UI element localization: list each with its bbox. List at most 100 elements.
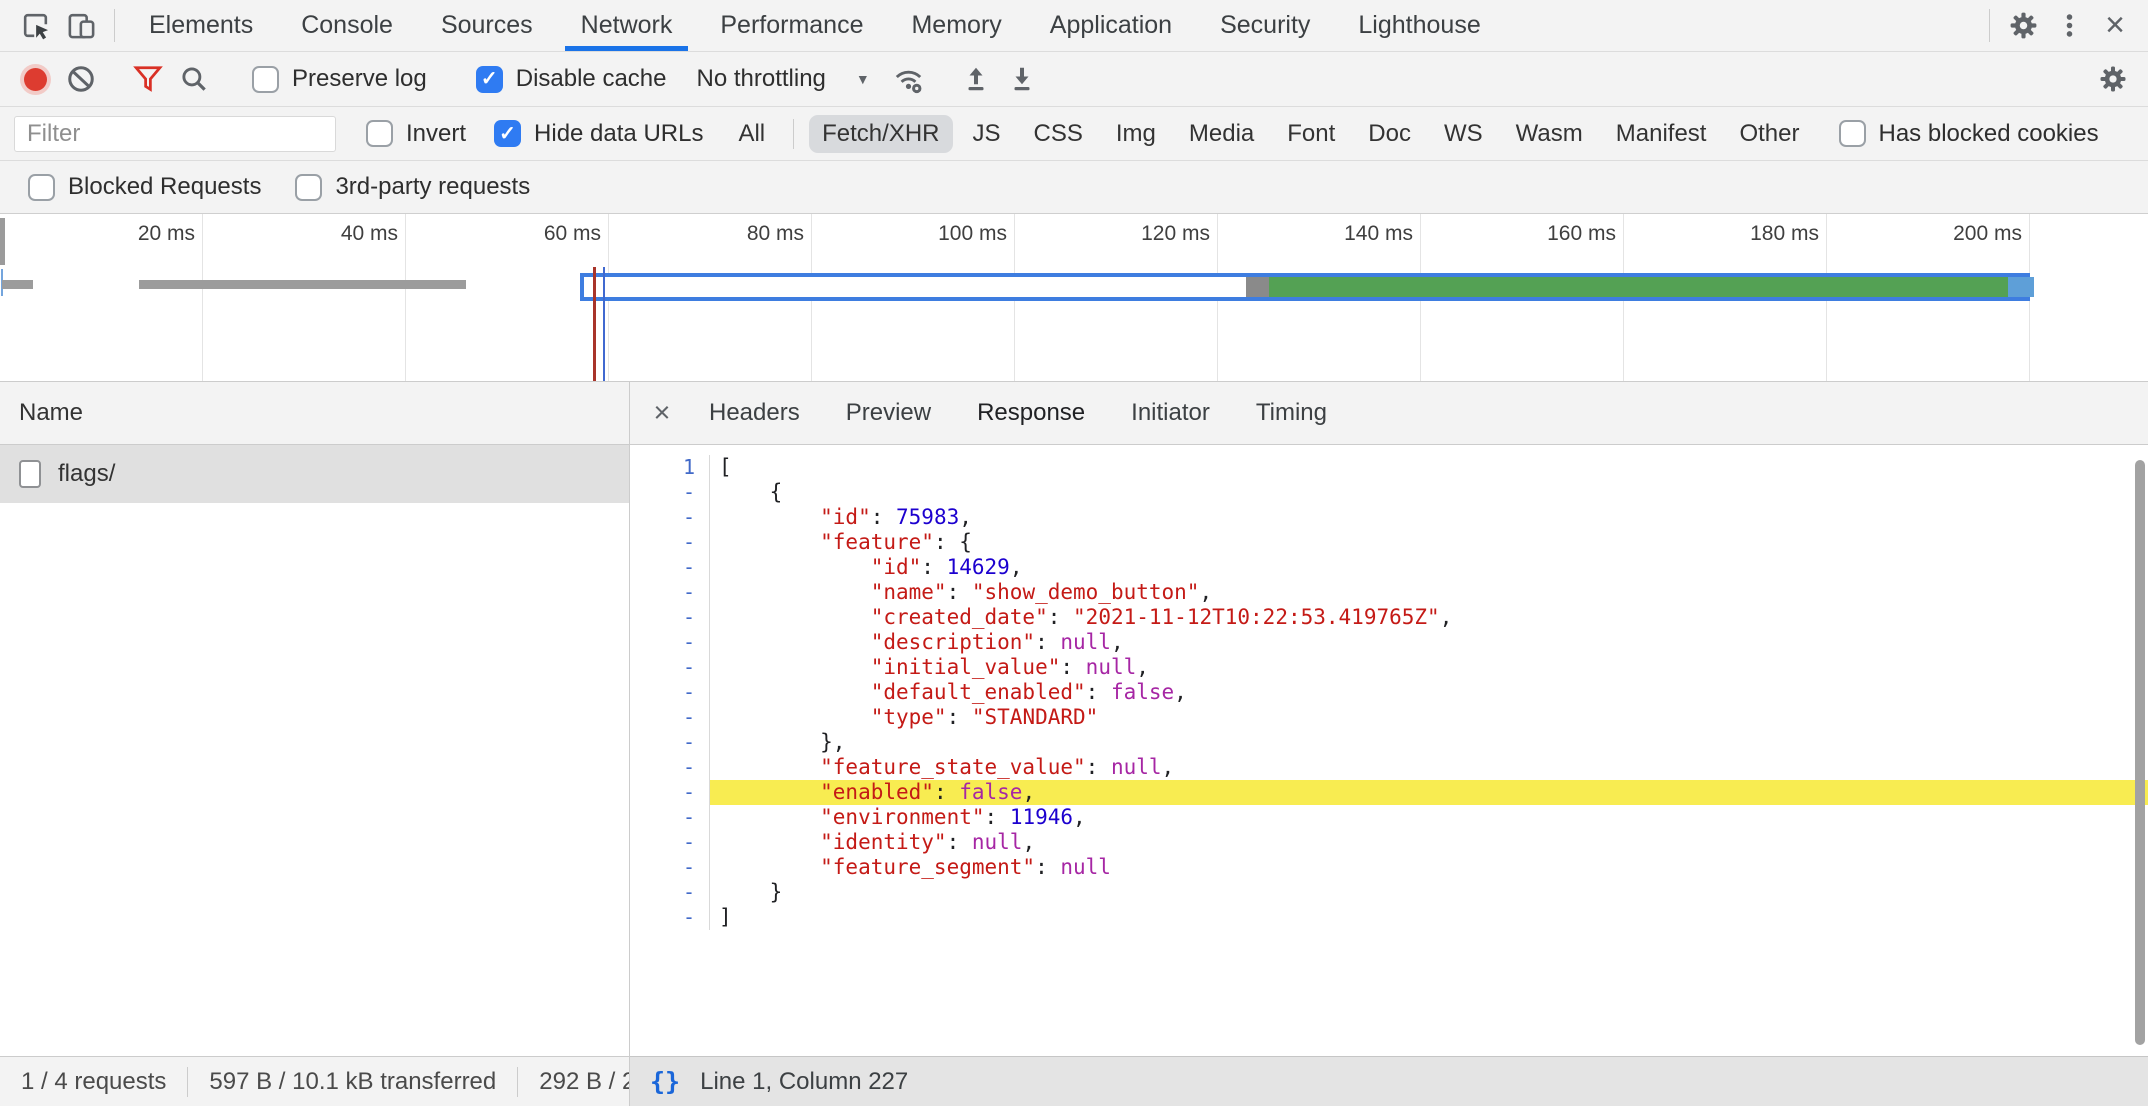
detail-tab-preview[interactable]: Preview [830,382,947,444]
device-toolbar-icon[interactable] [58,4,104,48]
filter-type-doc[interactable]: Doc [1355,115,1424,153]
throttling-select[interactable]: No throttling ▼ [696,65,869,93]
tab-elements[interactable]: Elements [125,0,277,51]
response-scrollbar[interactable] [2131,453,2148,1052]
devtools-window: Elements Console Sources NetworkPerformance… [0,0,2148,1106]
tab-network[interactable]: Network [557,0,697,51]
token: null [972,830,1023,854]
filter-type-img[interactable]: Img [1103,115,1169,153]
token: null [1060,855,1111,879]
request-list: flags/ [0,445,629,503]
blocked-requests-checkbox[interactable]: Blocked Requests [28,173,261,201]
scrollbar-thumb[interactable] [2135,460,2145,1045]
tab-lighthouse[interactable]: Lighthouse [1334,0,1504,51]
record-network-log-button[interactable] [12,57,58,101]
tab-label: Application [1050,11,1172,40]
tab-console[interactable]: Console [277,0,417,51]
import-har-icon[interactable] [953,57,999,101]
filter-type-css[interactable]: CSS [1021,115,1096,153]
line-number: - [630,580,710,605]
tab-label: Console [301,11,393,40]
filter-type-media[interactable]: Media [1176,115,1267,153]
network-overview-timeline[interactable]: 20 ms40 ms60 ms80 ms100 ms120 ms140 ms16… [0,214,2148,382]
timeline-tick-segment: 60 ms [406,214,609,381]
dropdown-caret-icon: ▼ [856,71,870,87]
more-options-icon[interactable] [2046,4,2092,48]
filter-bar: Invert ✓ Hide data URLs All Fetch/XHRJSCS… [0,107,2148,161]
filter-type-all[interactable]: All [725,115,778,153]
checkbox-label: Preserve log [292,65,427,93]
line-number: - [630,505,710,530]
name-column-header[interactable]: Name [0,382,629,445]
tab-memory[interactable]: Memory [887,0,1025,51]
token: ] [719,905,732,929]
clear-network-log-icon[interactable] [58,57,104,101]
line-number: - [630,630,710,655]
token: : [947,580,972,604]
tab-application[interactable]: Application [1026,0,1196,51]
tab-performance[interactable]: Performance [696,0,887,51]
checkbox-box [252,66,279,93]
filter-type-js[interactable]: JS [960,115,1014,153]
disable-cache-checkbox[interactable]: ✓ Disable cache [476,65,667,93]
filter-type-manifest[interactable]: Manifest [1603,115,1720,153]
invert-checkbox[interactable]: Invert [366,120,466,148]
preserve-log-checkbox[interactable]: Preserve log [252,65,427,93]
throttling-value: No throttling [696,65,825,93]
waterfall-bar-gray [139,280,466,289]
checkbox-label: Blocked Requests [68,173,261,201]
checkbox-label: Disable cache [516,65,667,93]
network-conditions-icon[interactable] [886,57,932,101]
filter-input[interactable] [14,116,336,152]
filter-type-ws[interactable]: WS [1431,115,1496,153]
filter-toggle-icon[interactable] [125,57,171,101]
detail-tab-response[interactable]: Response [961,382,1101,444]
response-line: 1[ [630,455,2148,480]
line-number: - [630,755,710,780]
token: : [1086,680,1111,704]
detail-tab-headers[interactable]: Headers [693,382,816,444]
token: } [719,880,782,904]
filter-type-font[interactable]: Font [1274,115,1348,153]
timeline-tick-label: 20 ms [138,222,195,246]
line-number: - [630,655,710,680]
line-number: - [630,805,710,830]
token: "type" [719,705,947,729]
close-devtools-icon[interactable]: × [2092,4,2138,48]
token: null [1111,755,1162,779]
request-row[interactable]: flags/ [0,445,629,503]
tab-sources[interactable]: Sources [417,0,557,51]
checkbox-label: Invert [406,120,466,148]
filter-type-fetch-xhr[interactable]: Fetch/XHR [809,115,952,153]
response-line: - { [630,480,2148,505]
inspect-element-icon[interactable] [12,4,58,48]
hide-data-urls-checkbox[interactable]: ✓ Hide data URLs [494,120,703,148]
tab-label: Elements [149,11,253,40]
selected-request-waterfall-bar[interactable] [580,273,2030,301]
tab-label: Sources [441,11,533,40]
search-icon[interactable] [171,57,217,101]
dom-content-loaded-marker [593,267,596,381]
network-settings-gear-icon[interactable] [2090,57,2136,101]
line-content: } [710,880,2148,905]
status-bar: 1 / 4 requests 597 B / 10.1 kB transferr… [0,1056,2148,1106]
line-content: "enabled": false, [710,780,2148,805]
line-content: "environment": 11946, [710,805,2148,830]
filter-type-other[interactable]: Other [1726,115,1812,153]
line-content: "description": null, [710,630,2148,655]
tab-security[interactable]: Security [1196,0,1334,51]
settings-gear-icon[interactable] [2000,4,2046,48]
checkbox-box: ✓ [494,120,521,147]
detail-tab-timing[interactable]: Timing [1240,382,1343,444]
pretty-print-icon[interactable]: {} [650,1067,680,1096]
third-party-requests-checkbox[interactable]: 3rd-party requests [295,173,530,201]
line-content: "feature_state_value": null, [710,755,2148,780]
export-har-icon[interactable] [999,57,1045,101]
timeline-tick-segment: 20 ms [0,214,203,381]
has-blocked-cookies-checkbox[interactable]: Has blocked cookies [1839,120,2099,148]
checkbox-label: Has blocked cookies [1879,120,2099,148]
close-details-icon[interactable]: × [638,382,686,444]
filter-type-wasm[interactable]: Wasm [1503,115,1596,153]
detail-tab-initiator[interactable]: Initiator [1115,382,1226,444]
token: "enabled" [719,780,934,804]
